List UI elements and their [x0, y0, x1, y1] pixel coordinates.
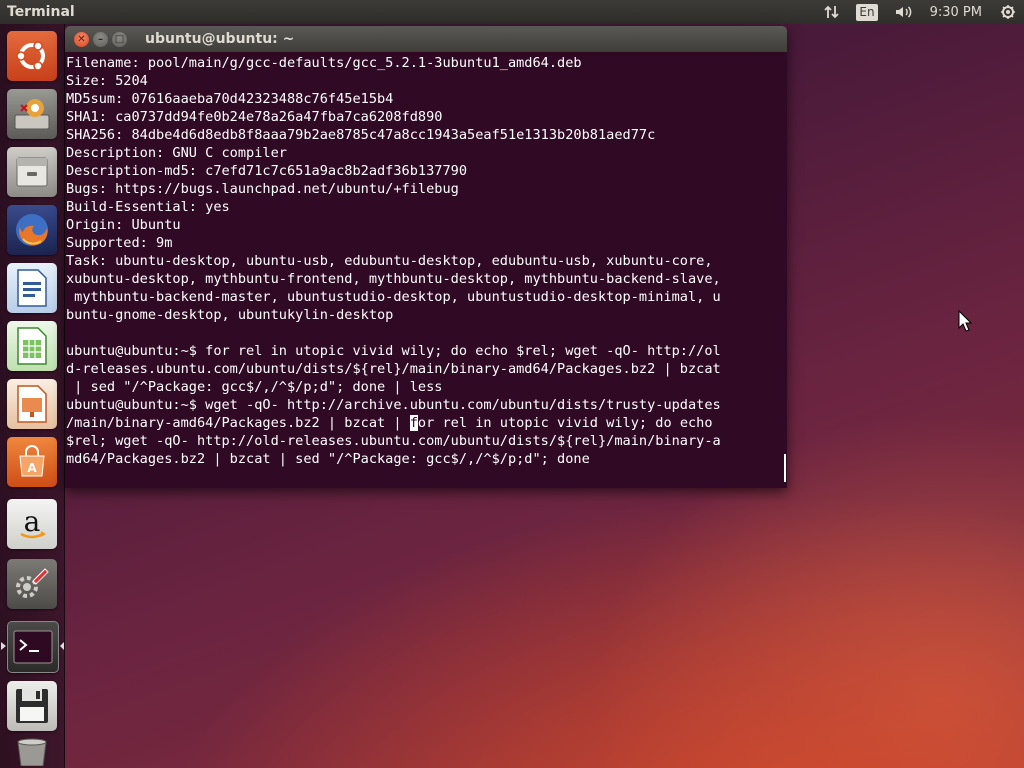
top-panel: Terminal En 9:30 PM [0, 0, 1024, 24]
terminal-line: Bugs: https://bugs.launchpad.net/ubuntu/… [66, 181, 459, 197]
keyboard-layout-indicator[interactable]: En [856, 3, 878, 21]
running-indicator [1, 642, 6, 650]
files-icon[interactable] [7, 147, 57, 197]
minimize-icon[interactable]: – [93, 31, 108, 47]
terminal-line: ubuntu@ubuntu:~$ for rel in utopic vivid… [66, 343, 721, 359]
terminal-line: md64/Packages.bz2 | bzcat | sed "/^Packa… [66, 451, 590, 467]
terminal-line: Size: 5204 [66, 73, 148, 89]
terminal-line: SHA1: ca0737dd94fe0b24e78a26a47fba7ca620… [66, 109, 443, 125]
terminal-line: ubuntu@ubuntu:~$ wget -qO- http://archiv… [66, 397, 721, 413]
system-settings-icon[interactable] [7, 559, 57, 609]
focused-indicator [60, 642, 64, 650]
network-arrows-icon[interactable] [816, 0, 848, 24]
terminal-line: SHA256: 84dbe4d6d8edb8f8aaa79b2ae8785c47… [66, 127, 656, 143]
terminal-line: Description: GNU C compiler [66, 145, 287, 161]
power-gear-icon[interactable] [992, 0, 1024, 24]
firefox-icon[interactable] [7, 205, 57, 255]
terminal-line: d-releases.ubuntu.com/ubuntu/dists/${rel… [66, 361, 721, 377]
maximize-icon[interactable]: □ [112, 31, 127, 47]
terminal-icon[interactable] [7, 621, 59, 673]
volume-icon[interactable] [886, 0, 922, 24]
libreoffice-calc-icon[interactable] [7, 321, 57, 371]
ubuntu-software-icon[interactable]: A [7, 437, 57, 487]
terminal-window[interactable]: ✕ – □ ubuntu@ubuntu: ~ Filename: pool/ma… [65, 26, 787, 488]
clock[interactable]: 9:30 PM [922, 0, 992, 24]
terminal-line: Build-Essential: yes [66, 199, 230, 215]
scrollbar[interactable] [784, 454, 786, 482]
terminal-line: Task: ubuntu-desktop, ubuntu-usb, edubun… [66, 253, 713, 269]
terminal-line: Description-md5: c7efd71c7c651a9ac8b2adf… [66, 163, 468, 179]
launcher: A a [0, 24, 65, 768]
ubuntu-installer-icon[interactable] [7, 89, 57, 139]
svg-text:a: a [24, 505, 41, 538]
active-app-title: Terminal [7, 4, 75, 20]
save-drive-icon[interactable] [7, 681, 57, 731]
amazon-icon[interactable]: a [7, 499, 57, 549]
window-title: ubuntu@ubuntu: ~ [145, 31, 295, 47]
text-cursor: f [409, 415, 418, 431]
terminal-line: /main/binary-amd64/Packages.bz2 | bzcat … [66, 415, 713, 431]
trash-icon[interactable] [7, 734, 57, 768]
terminal-line: MD5sum: 07616aaeba70d42323488c76f45e15b4 [66, 91, 394, 107]
terminal-line: xubuntu-desktop, mythbuntu-frontend, myt… [66, 271, 721, 287]
terminal-line: $rel; wget -qO- http://old-releases.ubun… [66, 433, 721, 449]
terminal-line: | sed "/^Package: gcc$/,/^$/p;d"; done |… [66, 379, 443, 395]
libreoffice-writer-icon[interactable] [7, 263, 57, 313]
terminal-line: Supported: 9m [66, 235, 173, 251]
terminal-line: Origin: Ubuntu [66, 217, 181, 233]
window-titlebar[interactable]: ✕ – □ ubuntu@ubuntu: ~ [65, 26, 787, 52]
svg-text:A: A [27, 461, 37, 475]
terminal-line: buntu-gnome-desktop, ubuntukylin-desktop [66, 307, 394, 323]
close-icon[interactable]: ✕ [74, 31, 89, 47]
indicator-area: En 9:30 PM [816, 0, 1024, 24]
libreoffice-impress-icon[interactable] [7, 379, 57, 429]
terminal-line: Filename: pool/main/g/gcc-defaults/gcc_5… [66, 55, 582, 71]
terminal-output[interactable]: Filename: pool/main/g/gcc-defaults/gcc_5… [65, 52, 787, 488]
terminal-line: mythbuntu-backend-master, ubuntustudio-d… [66, 289, 721, 305]
mouse-pointer-icon [958, 309, 973, 336]
ubuntu-dash-icon[interactable] [7, 31, 57, 81]
